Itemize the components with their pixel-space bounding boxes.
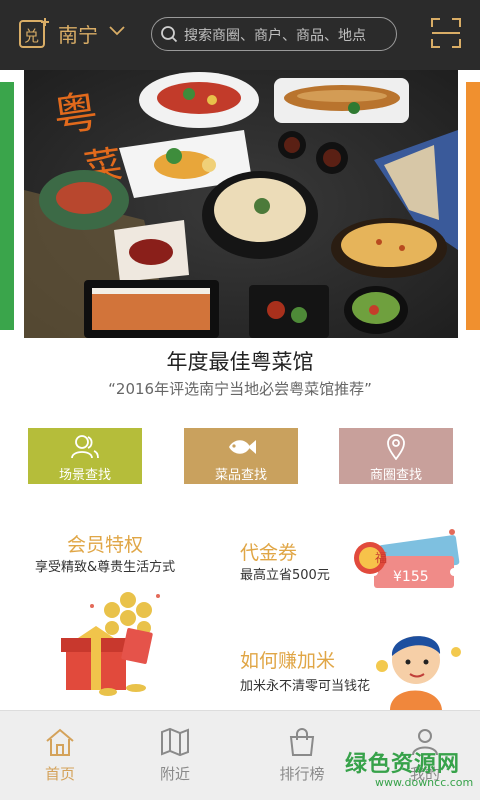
dish-search-label: 菜品查找: [214, 468, 267, 483]
dish-search-button[interactable]: 菜品查找: [184, 428, 298, 484]
people-icon: [71, 435, 99, 459]
earn-title: 如何赚加米: [240, 650, 336, 672]
cartoon-man-icon: [376, 636, 461, 710]
tab-ranking[interactable]: 排行榜: [242, 711, 362, 801]
location-pin-icon: [387, 434, 405, 460]
carousel-prev-slide[interactable]: [0, 82, 14, 330]
tab-home[interactable]: 首页: [0, 711, 120, 801]
carousel-next-slide[interactable]: [466, 82, 480, 330]
district-search-label: 商圈查找: [369, 468, 422, 483]
scan-icon[interactable]: [430, 17, 462, 49]
membership-title: 会员特权: [67, 534, 144, 556]
watermark-url: www.downcc.com: [375, 776, 474, 789]
search-icon: [161, 26, 178, 43]
tab-nearby-label: 附近: [159, 765, 190, 783]
tab-home-label: 首页: [44, 765, 75, 783]
scene-search-label: 场景查找: [58, 468, 111, 483]
svg-text:兑: 兑: [24, 27, 39, 45]
membership-subtitle: 享受精致&尊贵生活方式: [35, 560, 176, 575]
voucher-subtitle: 最高立省500元: [240, 568, 330, 583]
top-bar: 兑 南宁 搜索商圈、商户、商品、地点: [0, 0, 480, 70]
cantonese-food-banner: 粤 菜: [24, 70, 458, 338]
coupon-logo-icon[interactable]: 兑: [18, 17, 50, 49]
map-icon: [161, 727, 189, 757]
home-icon: [46, 728, 74, 756]
banner-subtitle: “2016年评选南宁当地必尝粤菜馆推荐”: [108, 380, 372, 398]
fish-icon: [229, 440, 256, 454]
banner-calligraphy: 粤: [50, 86, 101, 143]
watermark-text: 绿色资源网: [345, 752, 461, 777]
shopping-bag-icon: [289, 728, 315, 756]
voucher-amount: ¥155: [393, 569, 429, 585]
search-placeholder: 搜索商圈、商户、商品、地点: [184, 28, 366, 44]
scene-search-button[interactable]: 场景查找: [28, 428, 142, 484]
gift-box-icon: [61, 592, 160, 696]
district-search-button[interactable]: 商圈查找: [339, 428, 453, 484]
voucher-badge: 福: [374, 551, 387, 565]
voucher-title: 代金券: [240, 542, 298, 564]
banner-image[interactable]: 粤 菜: [24, 70, 458, 338]
banner-title: 年度最佳粤菜馆: [166, 350, 314, 374]
search-input[interactable]: 搜索商圈、商户、商品、地点: [151, 17, 397, 51]
chevron-down-icon[interactable]: [108, 24, 126, 38]
earn-subtitle: 加米永不清零可当钱花: [240, 679, 371, 694]
tab-ranking-label: 排行榜: [279, 765, 325, 783]
city-selector[interactable]: 南宁: [58, 19, 98, 48]
tab-nearby[interactable]: 附近: [115, 711, 235, 801]
